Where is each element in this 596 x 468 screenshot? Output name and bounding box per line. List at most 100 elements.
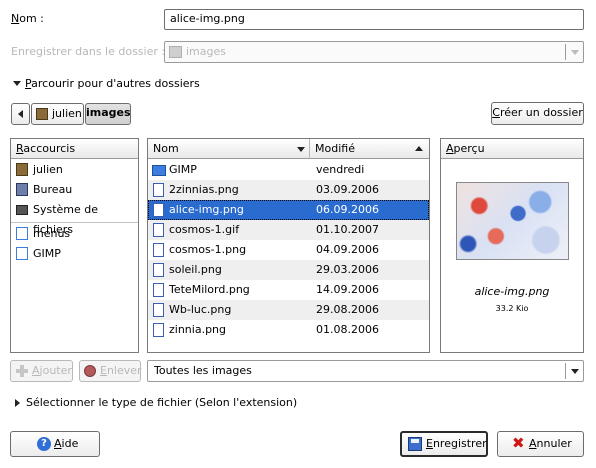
file-modified: 01.08.2006	[316, 323, 379, 336]
file-row[interactable]: cosmos-1.gif 01.10.2007	[148, 220, 429, 240]
help-label: Aide	[54, 437, 79, 450]
file-name: TeteMilord.png	[169, 283, 250, 296]
chevron-left-icon	[18, 110, 23, 118]
remove-icon	[84, 365, 96, 377]
path-segment-julien[interactable]: julien	[31, 103, 84, 125]
column-header-name-label: Nom	[153, 142, 179, 155]
shortcut-label: julien	[33, 163, 63, 176]
filetype-expander-label: Sélectionner le type de fichier (Selon l…	[26, 396, 298, 409]
save-button[interactable]: Enregistrer	[400, 431, 488, 457]
file-name: cosmos-1.png	[169, 243, 247, 256]
file-filter-value: Toutes les images	[154, 364, 252, 377]
help-icon: ?	[37, 437, 51, 451]
preview-thumbnail	[456, 182, 569, 260]
image-file-icon	[153, 223, 164, 237]
preview-pane: Aperçu alice-img.png 33.2 Kio	[440, 138, 584, 353]
image-file-icon	[153, 243, 164, 257]
image-file-icon	[153, 263, 164, 277]
file-name: alice-img.png	[169, 203, 244, 216]
filename-input[interactable]: alice-img.png	[164, 9, 584, 30]
image-file-icon	[153, 183, 164, 197]
remove-shortcut-button[interactable]: Enlever	[79, 360, 142, 382]
file-row[interactable]: zinnia.png 01.08.2006	[148, 320, 429, 340]
shortcuts-header[interactable]: Raccourcis	[11, 139, 138, 159]
chevron-down-icon	[571, 50, 579, 55]
file-name: GIMP	[169, 163, 197, 176]
file-name: 2zinnias.png	[169, 183, 239, 196]
path-segment-images[interactable]: images	[85, 103, 131, 125]
add-shortcut-label: Ajouter	[32, 364, 72, 377]
file-row[interactable]: 2zinnias.png 03.09.2006	[148, 180, 429, 200]
folder-icon	[16, 227, 28, 240]
file-modified: 03.09.2006	[316, 183, 379, 196]
file-name: zinnia.png	[169, 323, 227, 336]
image-file-icon	[153, 203, 164, 217]
file-name: cosmos-1.gif	[169, 223, 240, 236]
cancel-label: Annuler	[529, 437, 572, 450]
save-label: Enregistrer	[426, 437, 487, 450]
help-button[interactable]: ? Aide	[10, 431, 100, 457]
file-row[interactable]: TeteMilord.png 14.09.2006	[148, 280, 429, 300]
file-name: Wb-luc.png	[169, 303, 232, 316]
file-modified: 29.03.2006	[316, 263, 379, 276]
column-header-modified[interactable]: Modifié	[310, 139, 429, 159]
shortcuts-pane: Raccourcis julien Bureau Système de fichie…	[10, 138, 139, 353]
name-label: Nom :	[11, 12, 44, 25]
browse-folders-label: Parcourir pour d'autres dossiers	[25, 77, 200, 90]
expander-open-icon	[13, 81, 21, 86]
file-row[interactable]: soleil.png 29.03.2006	[148, 260, 429, 280]
image-file-icon	[153, 323, 164, 337]
file-filter-combo[interactable]: Toutes les images	[147, 360, 584, 382]
shortcut-item[interactable]: GIMP	[11, 244, 138, 264]
shortcut-item[interactable]: menus	[11, 224, 138, 244]
path-back-button[interactable]	[11, 103, 30, 125]
filetype-expander[interactable]: Sélectionner le type de fichier (Selon l…	[11, 395, 311, 411]
save-in-folder-combo[interactable]: images	[164, 41, 584, 63]
shortcut-label: GIMP	[33, 247, 61, 260]
shortcut-item[interactable]: julien	[11, 160, 138, 180]
create-folder-button[interactable]: Créer un dossier	[491, 102, 584, 125]
shortcut-label: menus	[33, 227, 71, 240]
file-name: soleil.png	[169, 263, 222, 276]
image-file-icon	[153, 283, 164, 297]
file-modified: 06.09.2006	[316, 203, 379, 216]
shortcut-item[interactable]: Bureau	[11, 180, 138, 200]
cancel-button[interactable]: ✖ Annuler	[497, 431, 584, 457]
files-pane: Nom Modifié GIMP vendredi 2zinnias.png 03.0…	[147, 138, 430, 353]
column-header-name[interactable]: Nom	[148, 139, 310, 159]
cancel-x-icon: ✖	[512, 434, 525, 452]
shortcuts-separator	[11, 222, 138, 223]
add-shortcut-button[interactable]: Ajouter	[10, 360, 73, 382]
file-row[interactable]: alice-img.png 06.09.2006	[148, 200, 429, 220]
plus-icon	[16, 365, 28, 377]
file-modified: vendredi	[316, 163, 365, 176]
column-header-modified-label: Modifié	[315, 142, 355, 155]
file-row[interactable]: GIMP vendredi	[148, 160, 429, 180]
file-row[interactable]: Wb-luc.png 29.08.2006	[148, 300, 429, 320]
chevron-down-icon	[571, 369, 579, 374]
floppy-icon	[408, 437, 422, 451]
file-row[interactable]: cosmos-1.png 04.09.2006	[148, 240, 429, 260]
browse-folders-expander[interactable]: Parcourir pour d'autres dossiers	[11, 76, 211, 92]
shortcut-item[interactable]: Système de fichiers	[11, 200, 138, 236]
shortcut-label: Bureau	[33, 183, 73, 196]
remove-shortcut-label: Enlever	[100, 364, 142, 377]
expander-closed-icon	[15, 399, 20, 407]
sort-up-icon	[415, 146, 423, 151]
file-modified: 29.08.2006	[316, 303, 379, 316]
file-modified: 14.09.2006	[316, 283, 379, 296]
path-segment-label: julien	[52, 107, 82, 120]
folder-icon	[152, 165, 166, 176]
folder-icon	[169, 46, 182, 58]
preview-header: Aperçu	[441, 139, 583, 159]
home-icon	[16, 163, 28, 176]
path-segment-label: images	[86, 106, 131, 119]
folder-icon	[16, 247, 28, 260]
file-modified: 01.10.2007	[316, 223, 379, 236]
save-in-label: Enregistrer dans le dossier :	[11, 45, 166, 58]
image-file-icon	[153, 303, 164, 317]
home-icon	[36, 108, 48, 120]
save-in-folder-value: images	[186, 45, 226, 58]
file-modified: 04.09.2006	[316, 243, 379, 256]
harddisk-icon	[16, 205, 28, 215]
